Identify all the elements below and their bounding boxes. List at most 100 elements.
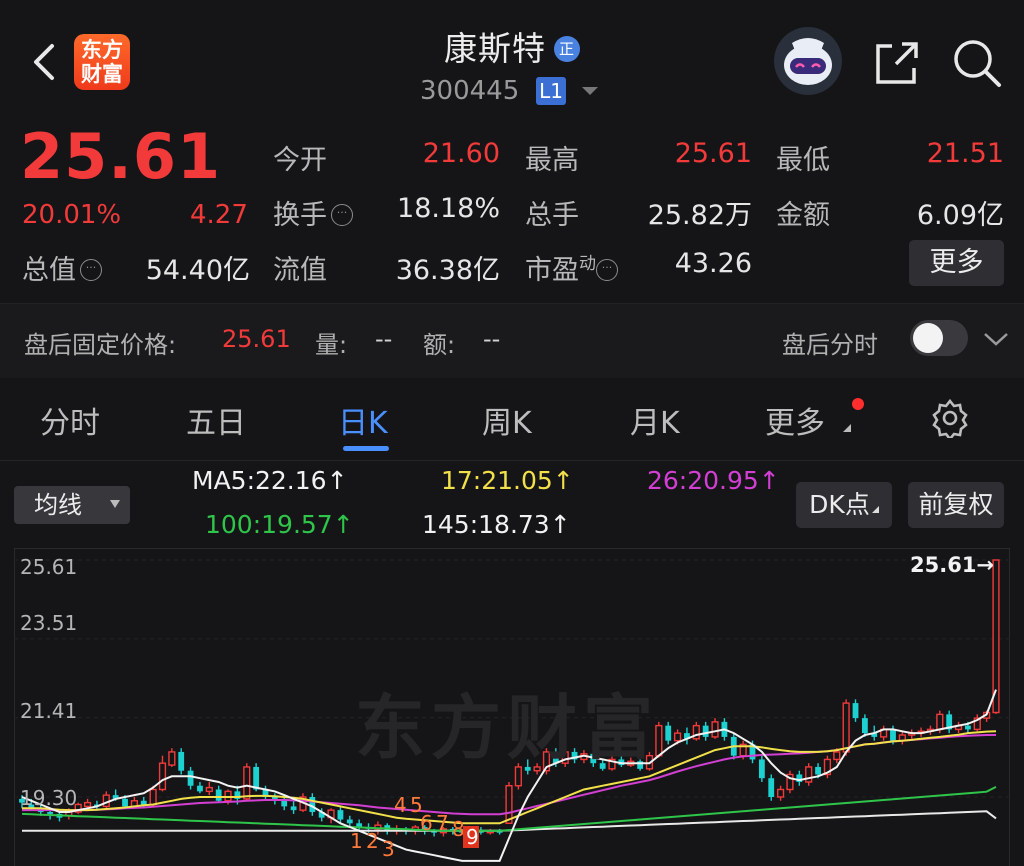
candle-body	[158, 762, 167, 791]
low-value: 21.51	[926, 138, 1004, 169]
y-tick-label: 19.30	[20, 786, 78, 810]
after-hours-price: 25.61	[222, 325, 291, 353]
open-value: 21.60	[422, 138, 500, 169]
ma5-value: MA5:22.16↑	[192, 466, 348, 495]
notification-dot	[852, 398, 864, 410]
share-icon[interactable]	[872, 38, 922, 88]
chevron-down-icon[interactable]	[582, 87, 598, 95]
candle-body	[852, 703, 859, 719]
turnover-value: 18.18%	[397, 193, 500, 224]
signal-number: 7	[436, 811, 449, 835]
indicator-select-label: 均线	[34, 491, 82, 519]
candle-body	[965, 725, 971, 730]
stock-code: 300445	[420, 76, 520, 106]
candle-body	[346, 819, 353, 824]
candle-body	[178, 751, 185, 771]
level-badge[interactable]: L1	[536, 77, 566, 105]
candle-body	[758, 759, 765, 779]
candle-body	[833, 751, 841, 761]
candle-body	[140, 800, 147, 805]
candle-body	[890, 729, 896, 741]
candle-body	[711, 721, 719, 738]
y-tick-label: 23.51	[20, 611, 78, 635]
candle-body	[776, 788, 785, 798]
robot-assistant-icon[interactable]	[772, 25, 844, 97]
indicator-select[interactable]: 均线	[14, 486, 130, 524]
open-label: 今开	[273, 145, 327, 176]
candle-body	[702, 725, 709, 737]
candle-body	[197, 785, 203, 792]
chevron-down-icon[interactable]	[982, 328, 1010, 350]
candle-body	[805, 766, 813, 783]
ma100-value: 100:19.57↑	[205, 510, 354, 539]
total-value-label: 总值 ···	[22, 248, 102, 287]
ma26-value: 26:20.95↑	[647, 466, 780, 495]
signal-number: 9	[466, 825, 479, 849]
candle-body	[215, 789, 222, 801]
candle-body	[187, 770, 194, 786]
change-amount: 4.27	[190, 200, 248, 230]
signal-number: 1	[350, 829, 363, 853]
candle-body	[665, 725, 672, 741]
top-bar: 东方 财富 康斯特正 300445 L1	[0, 0, 1024, 114]
info-icon[interactable]: ···	[80, 259, 102, 281]
tab-more[interactable]: 更多	[765, 398, 825, 442]
search-icon[interactable]	[950, 36, 1004, 90]
signal-number: 4	[394, 793, 407, 817]
info-icon[interactable]: ···	[596, 259, 618, 281]
after-hours-amount: --	[483, 325, 501, 353]
more-button[interactable]: 更多	[909, 240, 1004, 286]
candle-body	[815, 766, 821, 775]
tab-weekly-k[interactable]: 周K	[482, 398, 532, 442]
last-price-marker: 25.61→	[910, 553, 995, 577]
info-icon[interactable]: ···	[331, 204, 353, 226]
watermark: 东方财富	[355, 687, 659, 769]
forward-adjust-button[interactable]: 前复权	[908, 482, 1004, 528]
ma17-value: 17:21.05↑	[441, 466, 574, 495]
signal-number: 6	[420, 811, 433, 835]
active-tab-indicator	[343, 446, 389, 451]
y-tick-label: 21.41	[20, 699, 78, 723]
candle-body	[243, 766, 251, 800]
after-hours-amount-label: 额:	[423, 331, 456, 359]
signal-number: 3	[382, 837, 395, 861]
candle-body	[861, 718, 868, 734]
stock-name: 康斯特	[444, 29, 546, 68]
settings-gear-icon[interactable]	[930, 398, 970, 438]
tab-daily-k[interactable]: 日K	[338, 398, 388, 442]
badge-icon: 正	[554, 36, 580, 62]
high-label: 最高	[525, 145, 579, 176]
candle-body	[47, 812, 53, 814]
tab-five-day[interactable]: 五日	[186, 398, 246, 442]
low-label: 最低	[776, 145, 830, 176]
caret-down-icon	[110, 500, 120, 508]
candle-body	[337, 810, 344, 820]
tab-minute[interactable]: 分时	[40, 398, 100, 442]
high-value: 25.61	[674, 138, 752, 169]
candle-body	[673, 732, 682, 742]
after-hours-price-label: 盘后固定价格:	[24, 331, 177, 359]
tab-monthly-k[interactable]: 月K	[630, 398, 680, 442]
dk-point-button[interactable]: DK点	[796, 482, 892, 528]
stock-title: 康斯特正	[0, 22, 1024, 70]
candle-body	[149, 788, 157, 806]
volume-label: 总手	[525, 200, 579, 231]
candle-body	[168, 751, 176, 766]
candle-body	[842, 702, 850, 753]
turnover-label: 换手 ···	[273, 193, 353, 232]
after-hours-volume-label: 量:	[315, 331, 348, 359]
change-percent: 20.01%	[22, 200, 122, 230]
current-price: 25.61	[20, 120, 222, 193]
candle-body	[205, 786, 213, 793]
y-tick-label: 25.61	[20, 555, 78, 579]
pe-label: 市盈动 ···	[525, 248, 618, 287]
amount-value: 6.09亿	[916, 200, 1004, 231]
volume-value: 25.82万	[647, 200, 752, 231]
candle-body	[253, 766, 260, 790]
ma145-value: 145:18.73↑	[422, 510, 571, 539]
signal-number: 2	[366, 829, 379, 853]
after-hours-toggle[interactable]	[910, 320, 968, 356]
total-value: 54.40亿	[145, 255, 250, 286]
after-hours-volume: --	[375, 325, 393, 353]
candle-body	[83, 801, 92, 808]
